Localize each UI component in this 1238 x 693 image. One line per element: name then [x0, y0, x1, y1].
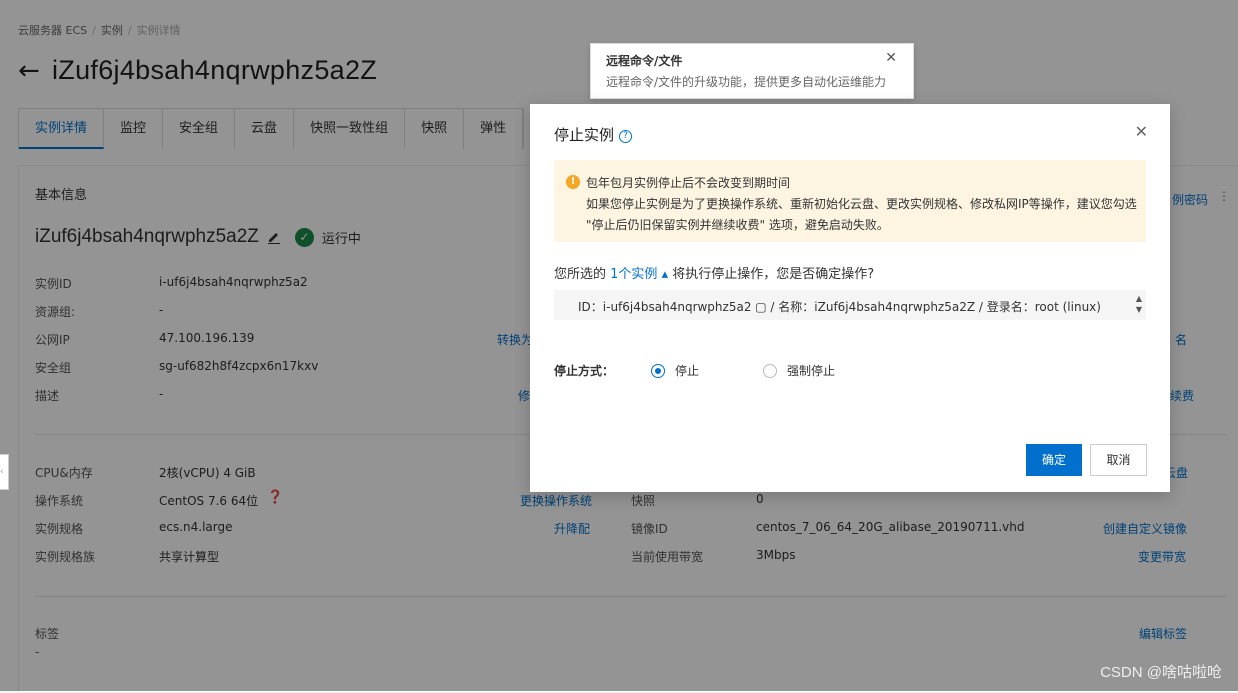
warning-box: ! 包年包月实例停止后不会改变到期时间 如果您停止实例是为了更换操作系统、重新初…: [554, 160, 1146, 242]
dialog-title: 停止实例?: [554, 124, 633, 145]
radio-force-stop[interactable]: 强制停止: [763, 362, 835, 379]
stop-instance-dialog: 停止实例? ✕ ! 包年包月实例停止后不会改变到期时间 如果您停止实例是为了更换…: [530, 104, 1170, 492]
help-icon[interactable]: ?: [619, 130, 633, 143]
close-icon[interactable]: ✕: [885, 50, 897, 66]
warning-icon: !: [566, 175, 580, 189]
radio-stop[interactable]: 停止: [651, 362, 699, 379]
scroll-arrows-icon[interactable]: ▲ ▼: [1136, 293, 1142, 315]
warning-line: "停止后仍旧保留实例并继续收费" 选项，避免启动失败。: [586, 218, 889, 232]
close-icon[interactable]: ✕: [1135, 122, 1148, 141]
stop-mode-label: 停止方式：: [554, 364, 615, 378]
confirm-button[interactable]: 确定: [1026, 444, 1082, 476]
watermark: CSDN @啥咕啦呛: [1100, 664, 1222, 681]
instance-list-item: ID：i-uf6j4bsah4nqrwphz5a2 ▢ / 名称：iZuf6j4…: [578, 300, 1101, 314]
tooltip-title: 远程命令/文件: [606, 54, 683, 68]
warning-line: 包年包月实例停止后不会改变到期时间: [586, 176, 791, 190]
instance-count-toggle[interactable]: 1个实例 ▴: [610, 267, 668, 282]
warning-line: 如果您停止实例是为了更换操作系统、重新初始化云盘、更改实例规格、修改私网IP等操…: [586, 197, 1137, 211]
cancel-button[interactable]: 取消: [1090, 444, 1147, 476]
side-collapse-handle[interactable]: ‹: [0, 454, 9, 490]
radio-dot-selected[interactable]: [651, 363, 665, 378]
confirm-question: 您所选的 1个实例 ▴ 将执行停止操作，您是否确定操作?: [554, 267, 875, 282]
radio-dot[interactable]: [763, 363, 777, 378]
instance-list-box: ID：i-uf6j4bsah4nqrwphz5a2 ▢ / 名称：iZuf6j4…: [554, 290, 1146, 320]
radio-label: 强制停止: [787, 364, 836, 378]
radio-label: 停止: [675, 364, 700, 378]
remote-command-tooltip: 远程命令/文件 远程命令/文件的升级功能，提供更多自动化运维能力 ✕: [590, 43, 914, 99]
tooltip-desc: 远程命令/文件的升级功能，提供更多自动化运维能力: [606, 75, 887, 89]
